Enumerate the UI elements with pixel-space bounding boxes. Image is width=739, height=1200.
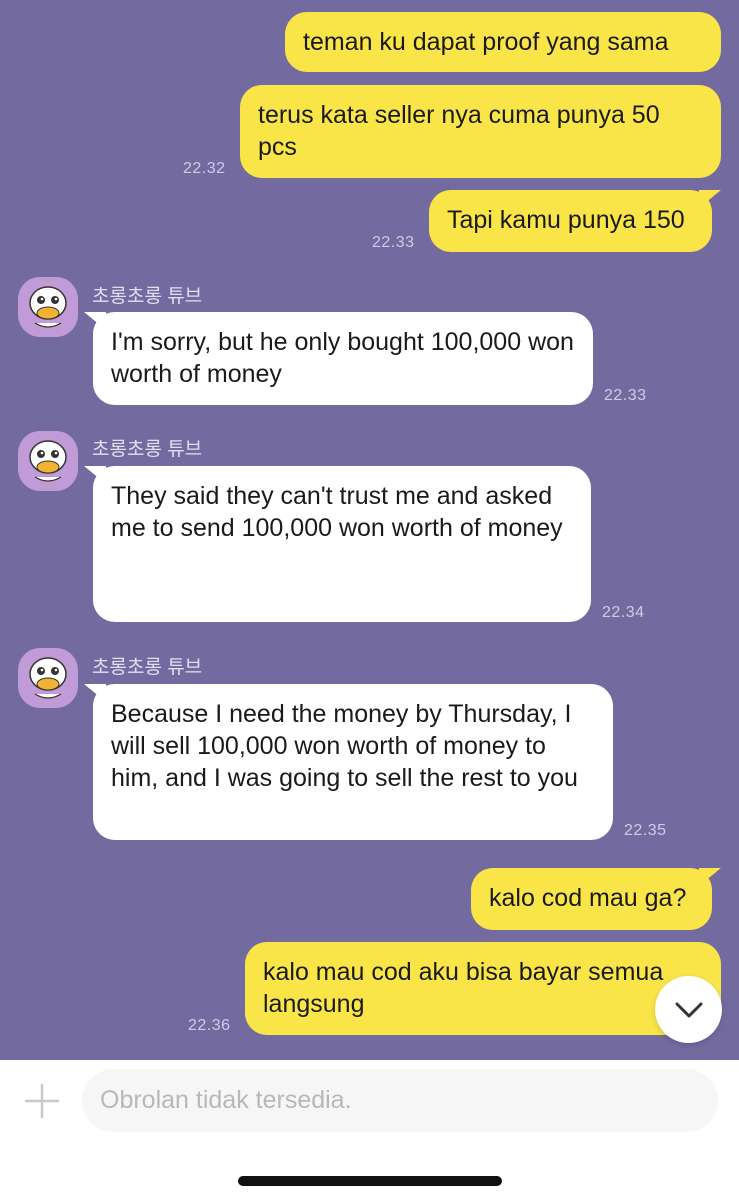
sender-name: 초롱초롱 튜브 xyxy=(92,286,203,307)
message-timestamp: 22.34 xyxy=(602,604,645,621)
input-placeholder: Obrolan tidak tersedia. xyxy=(100,1086,352,1114)
message-bubble-outgoing[interactable]: terus kata seller nya cuma punya 50 pcs xyxy=(240,85,721,178)
scroll-to-bottom-button[interactable] xyxy=(655,976,722,1043)
chevron-down-icon xyxy=(675,1002,702,1017)
message-text: terus kata seller nya cuma punya 50 pcs xyxy=(258,101,660,161)
chat-area: teman ku dapat proof yang sama terus kat… xyxy=(0,0,739,1060)
message-text: They said they can't trust me and asked … xyxy=(111,482,563,542)
message-timestamp: 22.32 xyxy=(183,160,226,177)
message-timestamp: 22.33 xyxy=(372,234,415,251)
sender-name: 초롱초롱 튜브 xyxy=(92,657,203,678)
message-bubble-outgoing[interactable]: teman ku dapat proof yang sama xyxy=(285,12,721,72)
message-text: kalo mau cod aku bisa bayar semua langsu… xyxy=(263,958,664,1018)
message-text: I'm sorry, but he only bought 100,000 wo… xyxy=(111,328,574,388)
message-bubble-outgoing[interactable]: Tapi kamu punya 150 xyxy=(429,190,721,252)
message-text: Because I need the money by Thursday, I … xyxy=(111,700,578,792)
sender-name: 초롱초롱 튜브 xyxy=(92,439,203,460)
message-input[interactable]: Obrolan tidak tersedia. xyxy=(82,1069,718,1132)
message-text: kalo cod mau ga? xyxy=(489,884,687,912)
tube-character-avatar xyxy=(29,440,67,482)
plus-icon[interactable] xyxy=(22,1081,62,1121)
avatar[interactable] xyxy=(18,431,78,491)
message-timestamp: 22.33 xyxy=(604,387,647,404)
avatar[interactable] xyxy=(18,277,78,337)
message-timestamp: 22.36 xyxy=(188,1017,231,1034)
message-timestamp: 22.35 xyxy=(624,822,667,839)
message-bubble-incoming[interactable]: I'm sorry, but he only bought 100,000 wo… xyxy=(84,312,593,405)
message-text: Tapi kamu punya 150 xyxy=(447,206,685,234)
message-bubble-incoming[interactable]: They said they can't trust me and asked … xyxy=(84,466,591,622)
message-bubble-outgoing[interactable]: kalo mau cod aku bisa bayar semua langsu… xyxy=(245,942,721,1035)
tube-character-avatar xyxy=(29,286,67,328)
message-bubble-incoming[interactable]: Because I need the money by Thursday, I … xyxy=(84,684,613,840)
message-bubble-outgoing[interactable]: kalo cod mau ga? xyxy=(471,868,721,930)
tube-character-avatar xyxy=(29,657,67,699)
message-text: teman ku dapat proof yang sama xyxy=(303,28,669,56)
home-indicator[interactable] xyxy=(238,1176,502,1186)
avatar[interactable] xyxy=(18,648,78,708)
